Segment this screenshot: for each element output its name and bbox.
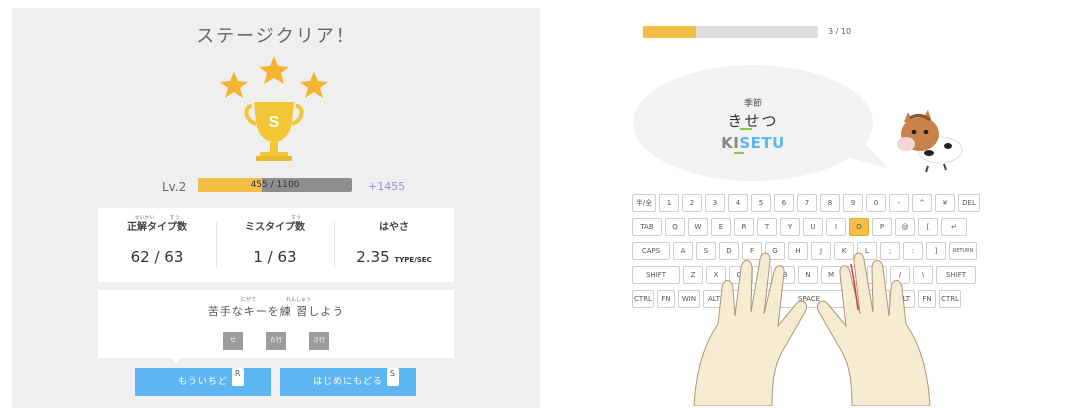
level-progress-text: 455 / 1100	[250, 180, 300, 190]
word-kana: きせつ	[727, 112, 779, 130]
back-to-start-button[interactable]: はじめにもどる S	[280, 368, 416, 396]
left-hand-icon	[693, 252, 808, 406]
stat-furigana: すう	[290, 215, 301, 221]
practice-message: 苦手なキーを練 習しよう	[207, 305, 345, 318]
weak-keys-card: にがて れんしゅう 苦手なキーを練 習しよう せ た行 さ行	[98, 290, 454, 358]
home-shortcut-key: S	[386, 368, 399, 386]
star-icon	[300, 72, 328, 98]
word-romaji: KISETU	[698, 134, 808, 152]
romaji-remaining: SETU	[739, 134, 785, 152]
stat-unit: TYPE/SEC	[394, 256, 432, 264]
stat-label: 正解タイプ数	[127, 222, 187, 233]
speech-bubble-layer	[633, 65, 963, 181]
trophy-graphic: S	[220, 56, 328, 161]
rank-letter: S	[269, 114, 280, 131]
stat-correct: せいかい すう 正解タイプ数 62 / 63	[98, 208, 216, 282]
weak-key-chip[interactable]: さ行	[309, 332, 329, 350]
level-label: Lv.2	[162, 180, 187, 194]
retry-label: もういちど	[178, 377, 228, 387]
stat-furigana	[334, 214, 454, 222]
level-progress-bar: 455 / 1100	[198, 178, 352, 192]
stat-value: 2.35 TYPE/SEC	[356, 248, 432, 266]
stat-furigana: せいかい すう	[134, 215, 180, 221]
weak-key-chip[interactable]: せ	[223, 332, 243, 350]
pony-mascot	[897, 110, 963, 173]
retry-button[interactable]: もういちど R	[135, 368, 271, 396]
stats-card: せいかい すう 正解タイプ数 62 / 63 すう ミスタイプ数 1 / 63 …	[98, 208, 454, 282]
romaji-cursor	[734, 152, 744, 154]
trophy-icon: S	[244, 102, 304, 161]
word-kanji: 季節	[743, 99, 762, 109]
stat-label: ミスタイプ数	[245, 222, 305, 233]
stat-value: 1 / 63	[253, 248, 297, 266]
weak-key-chip[interactable]: た行	[266, 332, 286, 350]
stat-speed: はやさ 2.35 TYPE/SEC	[334, 208, 454, 282]
star-icon	[220, 72, 248, 98]
stat-label: はやさ	[379, 222, 409, 233]
typing-area: 3 / 10 季節 きせつ KISETU 半/全 1 2 3 4 5 6 7 8…	[588, 8, 1066, 408]
result-panel: ステージクリア！ S Lv.2 455 / 1100 +1455 せいかい すう	[12, 8, 540, 408]
home-label: はじめにもどる	[313, 377, 383, 387]
right-hand-icon	[816, 252, 931, 406]
level-gain: +1455	[368, 180, 406, 193]
hands-overlay	[693, 252, 931, 406]
retry-shortcut-key: R	[231, 368, 245, 386]
on-screen-keyboard: 半/全 1 2 3 4 5 6 7 8 9 0- ^ ¥ DEL TAB Q W E R T Y U I O P @[↵ CAPS A…	[632, 194, 992, 406]
star-icon	[259, 56, 289, 84]
bubble-tail	[170, 356, 182, 363]
romaji-typed: KI	[721, 134, 740, 152]
kana-cursor	[740, 128, 752, 130]
stat-value: 62 / 63	[130, 248, 184, 266]
practice-furigana: にがて れんしゅう	[241, 297, 311, 303]
stat-miss: すう ミスタイプ数 1 / 63	[216, 208, 334, 282]
